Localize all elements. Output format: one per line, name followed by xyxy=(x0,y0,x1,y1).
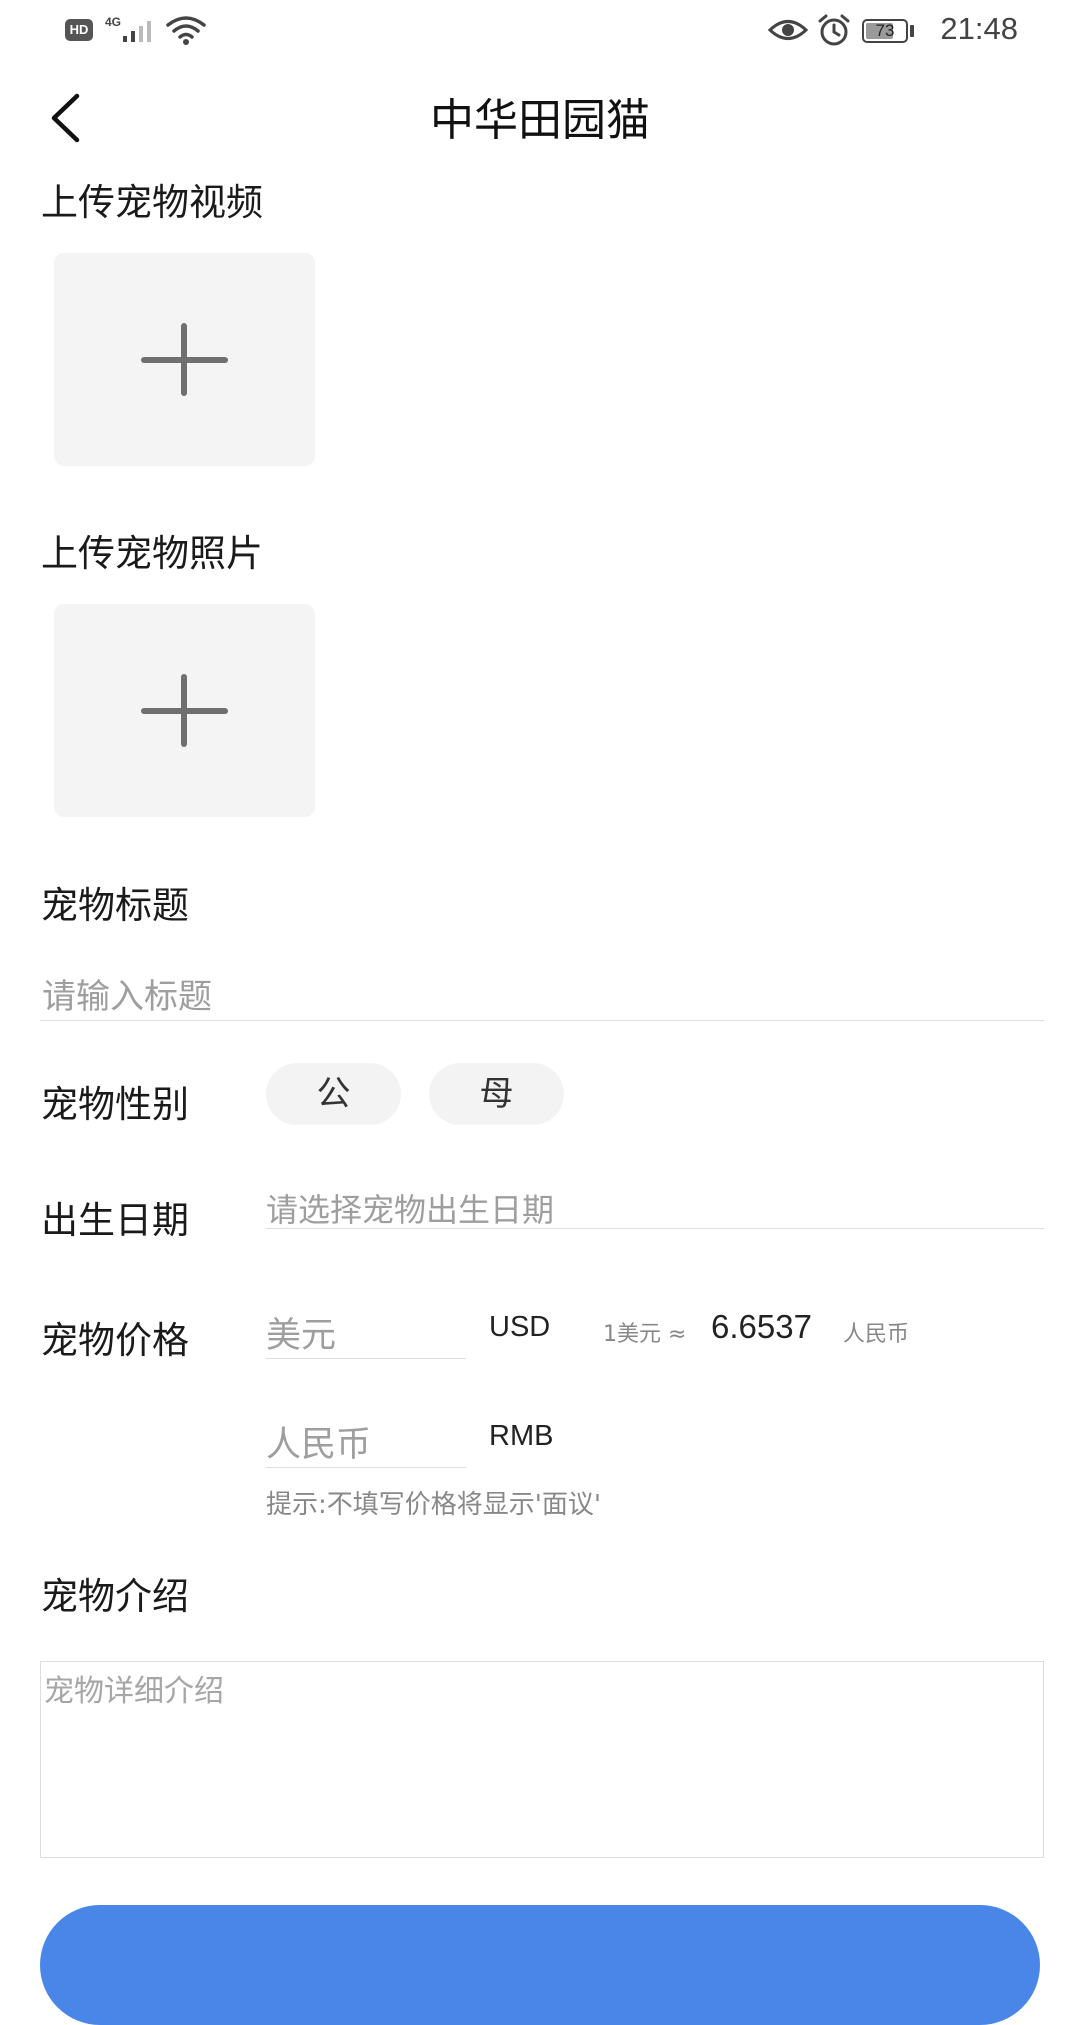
intro-textarea[interactable]: 宠物详细介绍 xyxy=(40,1661,1044,1858)
status-bar: HD 4G 73 21:48 xyxy=(0,0,1080,62)
wifi-icon xyxy=(166,16,206,45)
intro-label: 宠物介绍 xyxy=(41,1575,189,1618)
rmb-price-input[interactable]: 人民币 xyxy=(266,1412,466,1468)
photo-section-label: 上传宠物照片 xyxy=(41,532,263,575)
video-section-label: 上传宠物视频 xyxy=(41,181,263,224)
plus-icon xyxy=(141,674,228,747)
gender-label: 宠物性别 xyxy=(41,1083,189,1126)
battery-icon: 73 xyxy=(862,19,908,43)
plus-icon xyxy=(141,323,228,396)
birthday-picker[interactable]: 请选择宠物出生日期 xyxy=(266,1183,1044,1229)
signal-icon xyxy=(123,21,151,42)
submit-button[interactable] xyxy=(40,1905,1040,2025)
rmb-code: RMB xyxy=(489,1420,554,1452)
network-type: 4G xyxy=(105,15,122,29)
eye-icon xyxy=(767,20,809,40)
hd-icon: HD xyxy=(65,19,93,41)
gender-male-button[interactable]: 公 xyxy=(266,1063,401,1125)
pet-title-placeholder: 请输入标题 xyxy=(42,977,212,1017)
usd-code: USD xyxy=(489,1311,551,1343)
rmb-placeholder: 人民币 xyxy=(266,1425,372,1465)
usd-placeholder: 美元 xyxy=(266,1316,337,1356)
pet-title-input[interactable]: 请输入标题 xyxy=(40,965,1044,1021)
rate-suffix: 人民币 xyxy=(843,1322,910,1347)
page-title: 中华田园猫 xyxy=(430,95,650,146)
pet-title-label: 宠物标题 xyxy=(41,884,189,927)
clock: 21:48 xyxy=(940,11,1018,46)
battery-tip xyxy=(910,25,914,37)
alarm-icon xyxy=(818,14,850,46)
rate-value: 6.6537 xyxy=(711,1308,812,1345)
gender-female-button[interactable]: 母 xyxy=(429,1063,564,1125)
rate-prefix: 1美元 ≈ xyxy=(603,1322,687,1347)
upload-video-button[interactable] xyxy=(54,253,315,466)
upload-photo-button[interactable] xyxy=(54,604,315,817)
birthday-label: 出生日期 xyxy=(41,1199,189,1242)
usd-price-input[interactable]: 美元 xyxy=(266,1303,466,1359)
battery-level: 73 xyxy=(875,21,895,40)
intro-placeholder: 宠物详细介绍 xyxy=(44,1674,224,1709)
birthday-placeholder: 请选择宠物出生日期 xyxy=(266,1191,555,1229)
price-tip: 提示:不填写价格将显示'面议' xyxy=(266,1490,602,1520)
price-label: 宠物价格 xyxy=(41,1319,189,1362)
